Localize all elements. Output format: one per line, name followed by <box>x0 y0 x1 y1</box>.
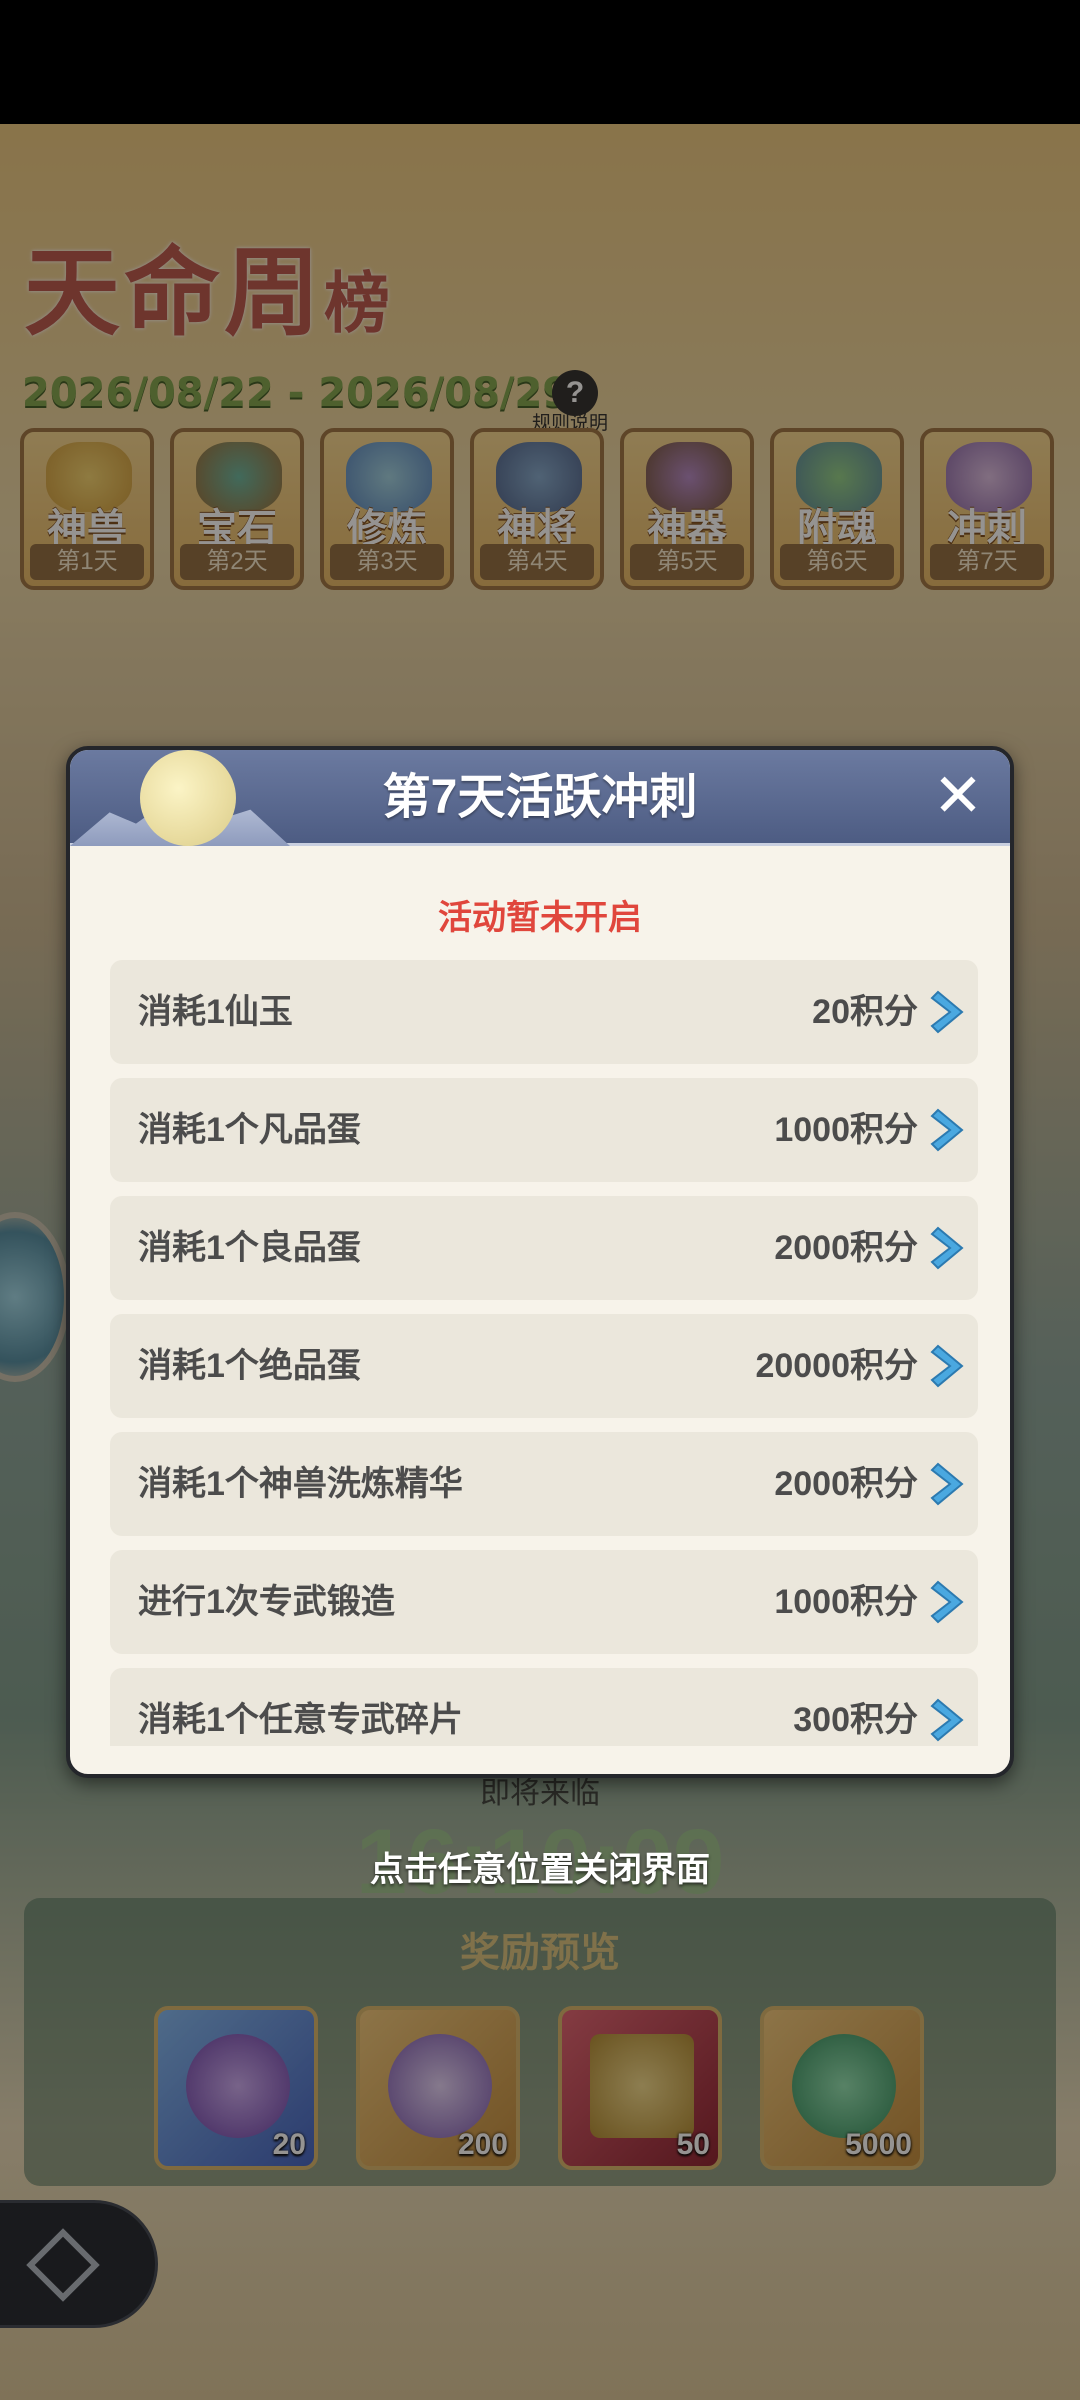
task-list[interactable]: 消耗1仙玉 20积分 消耗1个凡品蛋 1000积分 消耗1个良品蛋 2000积分… <box>110 960 978 1746</box>
task-points: 2000积分 <box>774 1229 918 1267</box>
activity-sprint-dialog: 第7天活跃冲刺 ✕ 活动暂未开启 消耗1仙玉 20积分 消耗1个凡品蛋 1000… <box>66 746 1014 1778</box>
task-row[interactable]: 消耗1个任意专武碎片 300积分 <box>110 1668 978 1746</box>
close-hint-text: 点击任意位置关闭界面 <box>370 1851 710 1889</box>
chevron-right-icon[interactable] <box>926 1696 974 1744</box>
task-label: 消耗1个绝品蛋 <box>138 1347 361 1385</box>
task-row[interactable]: 进行1次专武锻造 1000积分 <box>110 1550 978 1654</box>
task-row[interactable]: 消耗1个凡品蛋 1000积分 <box>110 1078 978 1182</box>
close-icon[interactable]: ✕ <box>932 766 984 826</box>
chevron-right-icon[interactable] <box>926 1578 974 1626</box>
task-row[interactable]: 消耗1仙玉 20积分 <box>110 960 978 1064</box>
task-label: 消耗1个神兽洗炼精华 <box>138 1465 463 1503</box>
task-row[interactable]: 消耗1个神兽洗炼精华 2000积分 <box>110 1432 978 1536</box>
task-points: 300积分 <box>793 1701 918 1739</box>
chevron-right-icon[interactable] <box>926 1342 974 1390</box>
task-label: 消耗1个良品蛋 <box>138 1229 361 1267</box>
status-bar <box>0 0 1080 124</box>
chevron-right-icon[interactable] <box>926 1106 974 1154</box>
task-label: 消耗1仙玉 <box>138 993 293 1031</box>
chevron-right-icon[interactable] <box>926 1224 974 1272</box>
task-points: 20积分 <box>812 993 918 1031</box>
task-points: 1000积分 <box>774 1583 918 1621</box>
task-row[interactable]: 消耗1个良品蛋 2000积分 <box>110 1196 978 1300</box>
task-points: 2000积分 <box>774 1465 918 1503</box>
chevron-right-icon[interactable] <box>926 988 974 1036</box>
task-label: 进行1次专武锻造 <box>138 1583 395 1621</box>
task-row[interactable]: 消耗1个绝品蛋 20000积分 <box>110 1314 978 1418</box>
task-points: 20000积分 <box>755 1347 918 1385</box>
task-label: 消耗1个凡品蛋 <box>138 1111 361 1149</box>
dialog-title: 第7天活跃冲刺 <box>382 771 698 824</box>
chevron-right-icon[interactable] <box>926 1460 974 1508</box>
dialog-header: 第7天活跃冲刺 ✕ <box>70 750 1010 846</box>
task-points: 1000积分 <box>774 1111 918 1149</box>
activity-status-text: 活动暂未开启 <box>438 899 642 937</box>
task-label: 消耗1个任意专武碎片 <box>138 1701 463 1739</box>
